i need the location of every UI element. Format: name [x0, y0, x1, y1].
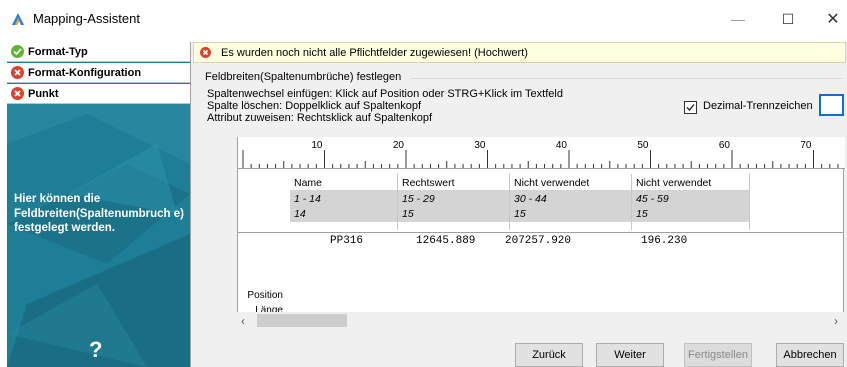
error-icon	[200, 47, 211, 58]
decimal-checkbox[interactable]	[684, 101, 697, 114]
ruler-tick-label: 60	[718, 140, 730, 151]
back-button[interactable]: Zurück	[515, 343, 583, 367]
column-divider[interactable]	[749, 174, 750, 230]
ruler-tick-label: 30	[474, 140, 486, 151]
ruler-tick-label: 50	[637, 140, 649, 151]
instruction-delete: Spalte löschen: Doppelklick auf Spaltenk…	[207, 100, 422, 112]
wizard-sidebar: Format-Typ Format-Konfiguration Punkt Hi…	[7, 42, 190, 367]
banner-message: Es wurden noch nicht alle Pflichtfelder …	[221, 46, 528, 59]
step-label: Format-Konfiguration	[28, 66, 142, 79]
ruler-tick-label: 70	[800, 140, 812, 151]
column-ruler[interactable]: 10 20 30 40 50 60 70	[238, 137, 845, 169]
scroll-thumb[interactable]	[257, 314, 347, 327]
step-punkt[interactable]: Punkt	[7, 84, 190, 104]
column-name-cell[interactable]: Nicht verwendet	[510, 174, 632, 191]
decimal-separator-value[interactable]	[821, 96, 842, 114]
preview-value: PP316	[330, 235, 364, 247]
close-button[interactable]: ✕	[810, 0, 847, 38]
help-icon[interactable]: ?	[89, 337, 102, 363]
cancel-button[interactable]: Abbrechen	[776, 343, 844, 367]
title-bar: Mapping-Assistent — ☐ ✕	[0, 0, 847, 38]
step-format-typ[interactable]: Format-Typ	[7, 42, 190, 62]
step-label: Punkt	[28, 87, 59, 100]
ruler-tick-label: 40	[555, 140, 567, 151]
horizontal-scrollbar[interactable]: ‹ ›	[237, 312, 844, 329]
scroll-right-arrow[interactable]: ›	[834, 314, 838, 328]
column-length-cell: 15	[510, 205, 632, 222]
column-name-cell[interactable]: Name	[290, 174, 398, 191]
preview-value: 12645.889	[416, 235, 476, 247]
minimize-button[interactable]: —	[715, 0, 761, 38]
preview-divider	[238, 232, 844, 233]
row-label-position: Position	[247, 290, 283, 301]
error-icon	[11, 87, 24, 100]
step-label: Format-Typ	[28, 45, 88, 58]
instruction-insert: Spaltenwechsel einfügen: Klick auf Posit…	[207, 88, 563, 100]
column-length-cell: 15	[632, 205, 750, 222]
next-button[interactable]: Weiter	[596, 343, 664, 367]
warning-banner: Es wurden noch nicht alle Pflichtfelder …	[193, 42, 846, 63]
window-title: Mapping-Assistent	[33, 11, 140, 26]
group-title: Feldbreiten(Spaltenumbrüche) festlegen	[205, 71, 405, 83]
check-icon	[11, 45, 24, 58]
preview-value: 196.230	[641, 235, 688, 247]
app-logo-icon	[12, 13, 24, 25]
column-length-cell: 14	[290, 205, 398, 222]
finish-button[interactable]: Fertigstellen	[684, 343, 752, 367]
decimal-separator-input[interactable]	[819, 94, 844, 116]
maximize-button[interactable]: ☐	[765, 0, 811, 38]
ruler-tick-label: 10	[311, 140, 323, 151]
step-format-konfiguration[interactable]: Format-Konfiguration	[7, 63, 190, 83]
scroll-left-arrow[interactable]: ‹	[241, 314, 245, 328]
ruler-tick-label: 20	[392, 140, 404, 151]
column-name-cell[interactable]: Nicht verwendet	[632, 174, 750, 191]
instruction-assign: Attribut zuweisen: Rechtsklick auf Spalt…	[207, 112, 433, 124]
error-icon	[11, 66, 24, 79]
column-length-cell: 15	[398, 205, 510, 222]
decimal-label: Dezimal-Trennzeichen	[703, 100, 813, 112]
ruler-ticks[interactable]	[238, 137, 845, 169]
group-divider	[411, 78, 843, 79]
sidebar-decoration	[7, 104, 190, 367]
column-name-cell[interactable]: Rechtswert	[398, 174, 510, 191]
step-description: Hier können die Feldbreiten(Spaltenumbru…	[14, 193, 184, 234]
column-editor[interactable]: 10 20 30 40 50 60 70 Position Länge Name 1 - 14…	[237, 137, 845, 323]
main-panel: Es wurden noch nicht alle Pflichtfelder …	[190, 42, 847, 367]
preview-value: 207257.920	[505, 235, 572, 247]
